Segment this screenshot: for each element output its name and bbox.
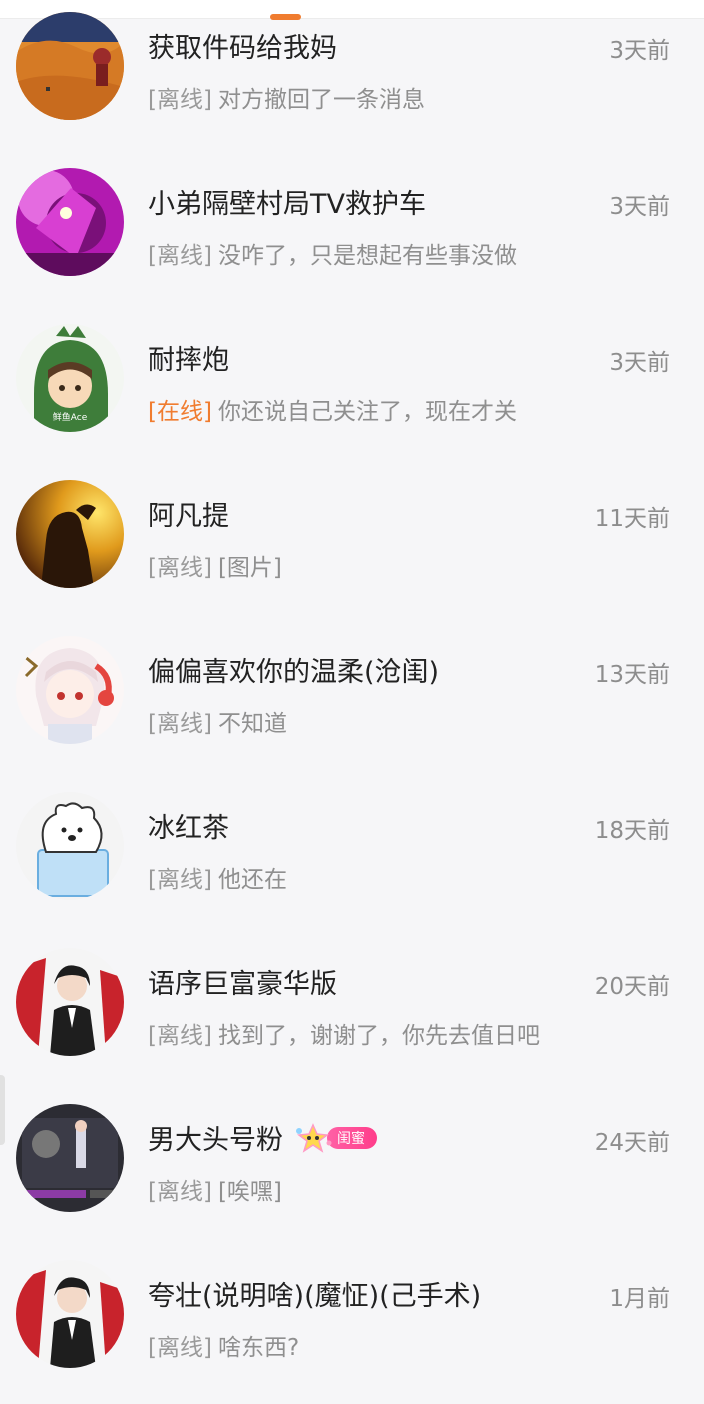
anime-girl-avatar-icon	[16, 636, 124, 744]
status-label: [离线]	[148, 1335, 212, 1361]
message-text: 啥东西?	[217, 1335, 300, 1361]
purple-avatar-icon	[16, 168, 124, 276]
suit-man-avatar-icon	[16, 1260, 124, 1368]
chat-name: 偏偏喜欢你的温柔(沧闺)	[148, 650, 439, 689]
avatar[interactable]	[16, 792, 124, 900]
chat-time: 20天前	[594, 974, 670, 1000]
chat-name: 冰红茶	[148, 806, 229, 845]
chat-preview: [离线] 啥东西?	[148, 1328, 299, 1362]
chat-name: 夸壮(说明啥)(魔怔)(己手术)	[148, 1274, 481, 1313]
chat-time: 11天前	[594, 506, 670, 532]
chat-name-text: 获取件码给我妈	[148, 33, 337, 64]
chat-preview: [离线] 他还在	[148, 860, 287, 894]
message-text: 找到了，谢谢了，你先去值日吧	[217, 1023, 540, 1049]
sunset-avatar-icon	[16, 480, 124, 588]
message-text: 没咋了，只是想起有些事没做	[217, 243, 517, 269]
chat-name: 小弟隔壁村局TV救护车	[148, 182, 426, 221]
status-label: [离线]	[148, 711, 212, 737]
chat-preview: [离线] 没咋了，只是想起有些事没做	[148, 236, 517, 270]
chat-preview: [离线] 找到了，谢谢了，你先去值日吧	[148, 1016, 540, 1050]
desert-avatar-icon	[16, 12, 124, 120]
chat-name: 耐摔炮	[148, 338, 229, 377]
chat-row[interactable]: 偏偏喜欢你的温柔(沧闺) 13天前 [离线] 不知道	[0, 624, 704, 780]
chat-time: 24天前	[594, 1130, 670, 1156]
chat-row[interactable]: 语序巨富豪华版 20天前 [离线] 找到了，谢谢了，你先去值日吧	[0, 936, 704, 1092]
avatar[interactable]	[16, 1260, 124, 1368]
chat-name-text: 阿凡提	[148, 501, 229, 532]
bear-ice-avatar-icon	[16, 792, 124, 900]
chat-time: 3天前	[609, 194, 670, 220]
chat-row[interactable]: 鲜鱼Ace 耐摔炮 3天前 [在线] 你还说自己关注了，现在才关	[0, 312, 704, 468]
chat-row[interactable]: 冰红茶 18天前 [离线] 他还在	[0, 780, 704, 936]
avatar[interactable]	[16, 636, 124, 744]
chat-row[interactable]: 夸壮(说明啥)(魔怔)(己手术) 1月前 [离线] 啥东西?	[0, 1248, 704, 1404]
star-icon	[293, 1122, 333, 1153]
status-label: [离线]	[148, 243, 212, 269]
message-text: 不知道	[217, 711, 287, 737]
chat-name: 语序巨富豪华版	[148, 962, 337, 1001]
status-label: [离线]	[148, 87, 212, 113]
dino-hood-avatar-icon: 鲜鱼Ace	[16, 324, 124, 432]
chat-preview: [离线] [唉嘿]	[148, 1172, 282, 1206]
chat-time: 13天前	[594, 662, 670, 688]
chat-name-text: 语序巨富豪华版	[148, 969, 337, 1000]
relationship-badge: 闺蜜	[293, 1122, 377, 1153]
avatar[interactable]	[16, 948, 124, 1056]
chat-name: 男大头号粉 闺蜜	[148, 1118, 377, 1157]
suit-man-avatar-icon	[16, 948, 124, 1056]
status-label: [离线]	[148, 1023, 212, 1049]
chat-preview: [离线] [图片]	[148, 548, 282, 582]
badge-label: 闺蜜	[327, 1126, 377, 1149]
svg-text:鲜鱼Ace: 鲜鱼Ace	[53, 411, 88, 423]
avatar[interactable]	[16, 480, 124, 588]
chat-name: 阿凡提	[148, 494, 229, 533]
chat-time: 3天前	[609, 38, 670, 64]
side-drawer-handle[interactable]	[0, 1075, 5, 1145]
chat-time: 18天前	[594, 818, 670, 844]
status-label: [离线]	[148, 1179, 212, 1205]
screen-avatar-icon	[16, 1104, 124, 1212]
message-text: [图片]	[217, 555, 282, 581]
chat-row[interactable]: 阿凡提 11天前 [离线] [图片]	[0, 468, 704, 624]
chat-row[interactable]: 小弟隔壁村局TV救护车 3天前 [离线] 没咋了，只是想起有些事没做	[0, 156, 704, 312]
chat-name-text: 小弟隔壁村局TV救护车	[148, 189, 426, 220]
chat-name: 获取件码给我妈	[148, 26, 337, 65]
message-text: [唉嘿]	[217, 1179, 282, 1205]
chat-name-text: 偏偏喜欢你的温柔(沧闺)	[148, 657, 440, 688]
chat-name-text: 男大头号粉	[148, 1125, 283, 1156]
chat-preview: [离线] 不知道	[148, 704, 287, 738]
chat-time: 3天前	[609, 350, 670, 376]
avatar[interactable]	[16, 1104, 124, 1212]
chat-name-text: 夸壮(说明啥)(魔怔)(己手术)	[148, 1281, 482, 1312]
message-text: 你还说自己关注了，现在才关	[217, 399, 517, 425]
avatar[interactable]	[16, 12, 124, 120]
chat-time: 1月前	[609, 1286, 670, 1312]
status-label: [离线]	[148, 555, 212, 581]
avatar[interactable]	[16, 168, 124, 276]
chat-preview: [在线] 你还说自己关注了，现在才关	[148, 392, 517, 426]
message-text: 对方撤回了一条消息	[217, 87, 425, 113]
status-label: [离线]	[148, 867, 212, 893]
message-text: 他还在	[217, 867, 287, 893]
chat-row[interactable]: 男大头号粉 闺蜜 24天前 [离线] [唉嘿]	[0, 1092, 704, 1248]
chat-name-text: 耐摔炮	[148, 345, 229, 376]
status-label: [在线]	[148, 399, 212, 425]
avatar[interactable]: 鲜鱼Ace	[16, 324, 124, 432]
chat-name-text: 冰红茶	[148, 813, 229, 844]
chat-row[interactable]: 获取件码给我妈 3天前 [离线] 对方撤回了一条消息	[0, 0, 704, 156]
chat-preview: [离线] 对方撤回了一条消息	[148, 80, 425, 114]
